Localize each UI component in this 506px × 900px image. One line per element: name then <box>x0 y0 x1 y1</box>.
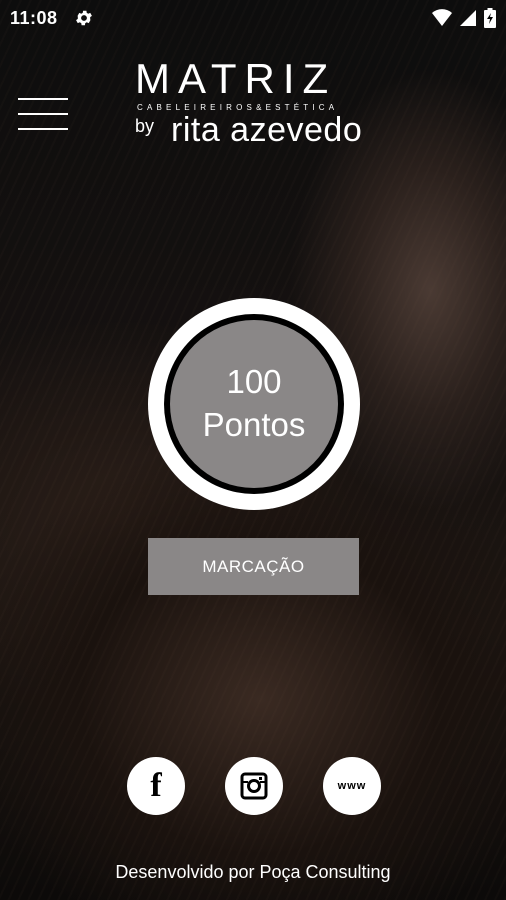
points-display: 100 Pontos <box>170 320 338 488</box>
marcacao-button[interactable]: MARCAÇÃO <box>148 538 359 595</box>
status-icons <box>432 8 496 28</box>
hamburger-menu-icon[interactable] <box>18 98 68 132</box>
wifi-icon <box>432 9 452 26</box>
instagram-button[interactable] <box>225 757 283 815</box>
facebook-icon: f <box>150 767 162 804</box>
website-button[interactable]: www <box>323 757 381 815</box>
points-label: Pontos <box>202 406 306 443</box>
menu-line <box>18 128 68 130</box>
logo-by: by <box>135 116 155 136</box>
logo-name: rita azevedo <box>171 111 363 149</box>
points-value: 100 <box>226 363 282 401</box>
facebook-button[interactable]: f <box>127 757 185 815</box>
menu-line <box>18 98 68 100</box>
website-icon: www <box>337 780 367 792</box>
instagram-icon <box>240 772 268 800</box>
brand-logo: MATRIZ CABELEIREIROS&ESTÉTICA by rita az… <box>135 58 381 156</box>
logo-main: MATRIZ <box>135 55 337 102</box>
menu-line <box>18 113 68 115</box>
points-circle: 100 Pontos <box>148 298 360 510</box>
status-bar: 11:08 <box>0 0 506 36</box>
signal-icon <box>460 10 476 26</box>
battery-charging-icon <box>484 8 496 28</box>
status-time: 11:08 <box>10 8 58 28</box>
points-ring: 100 Pontos <box>164 314 344 494</box>
footer-credit: Desenvolvido por Poça Consulting <box>115 862 391 882</box>
gear-icon <box>76 10 92 26</box>
